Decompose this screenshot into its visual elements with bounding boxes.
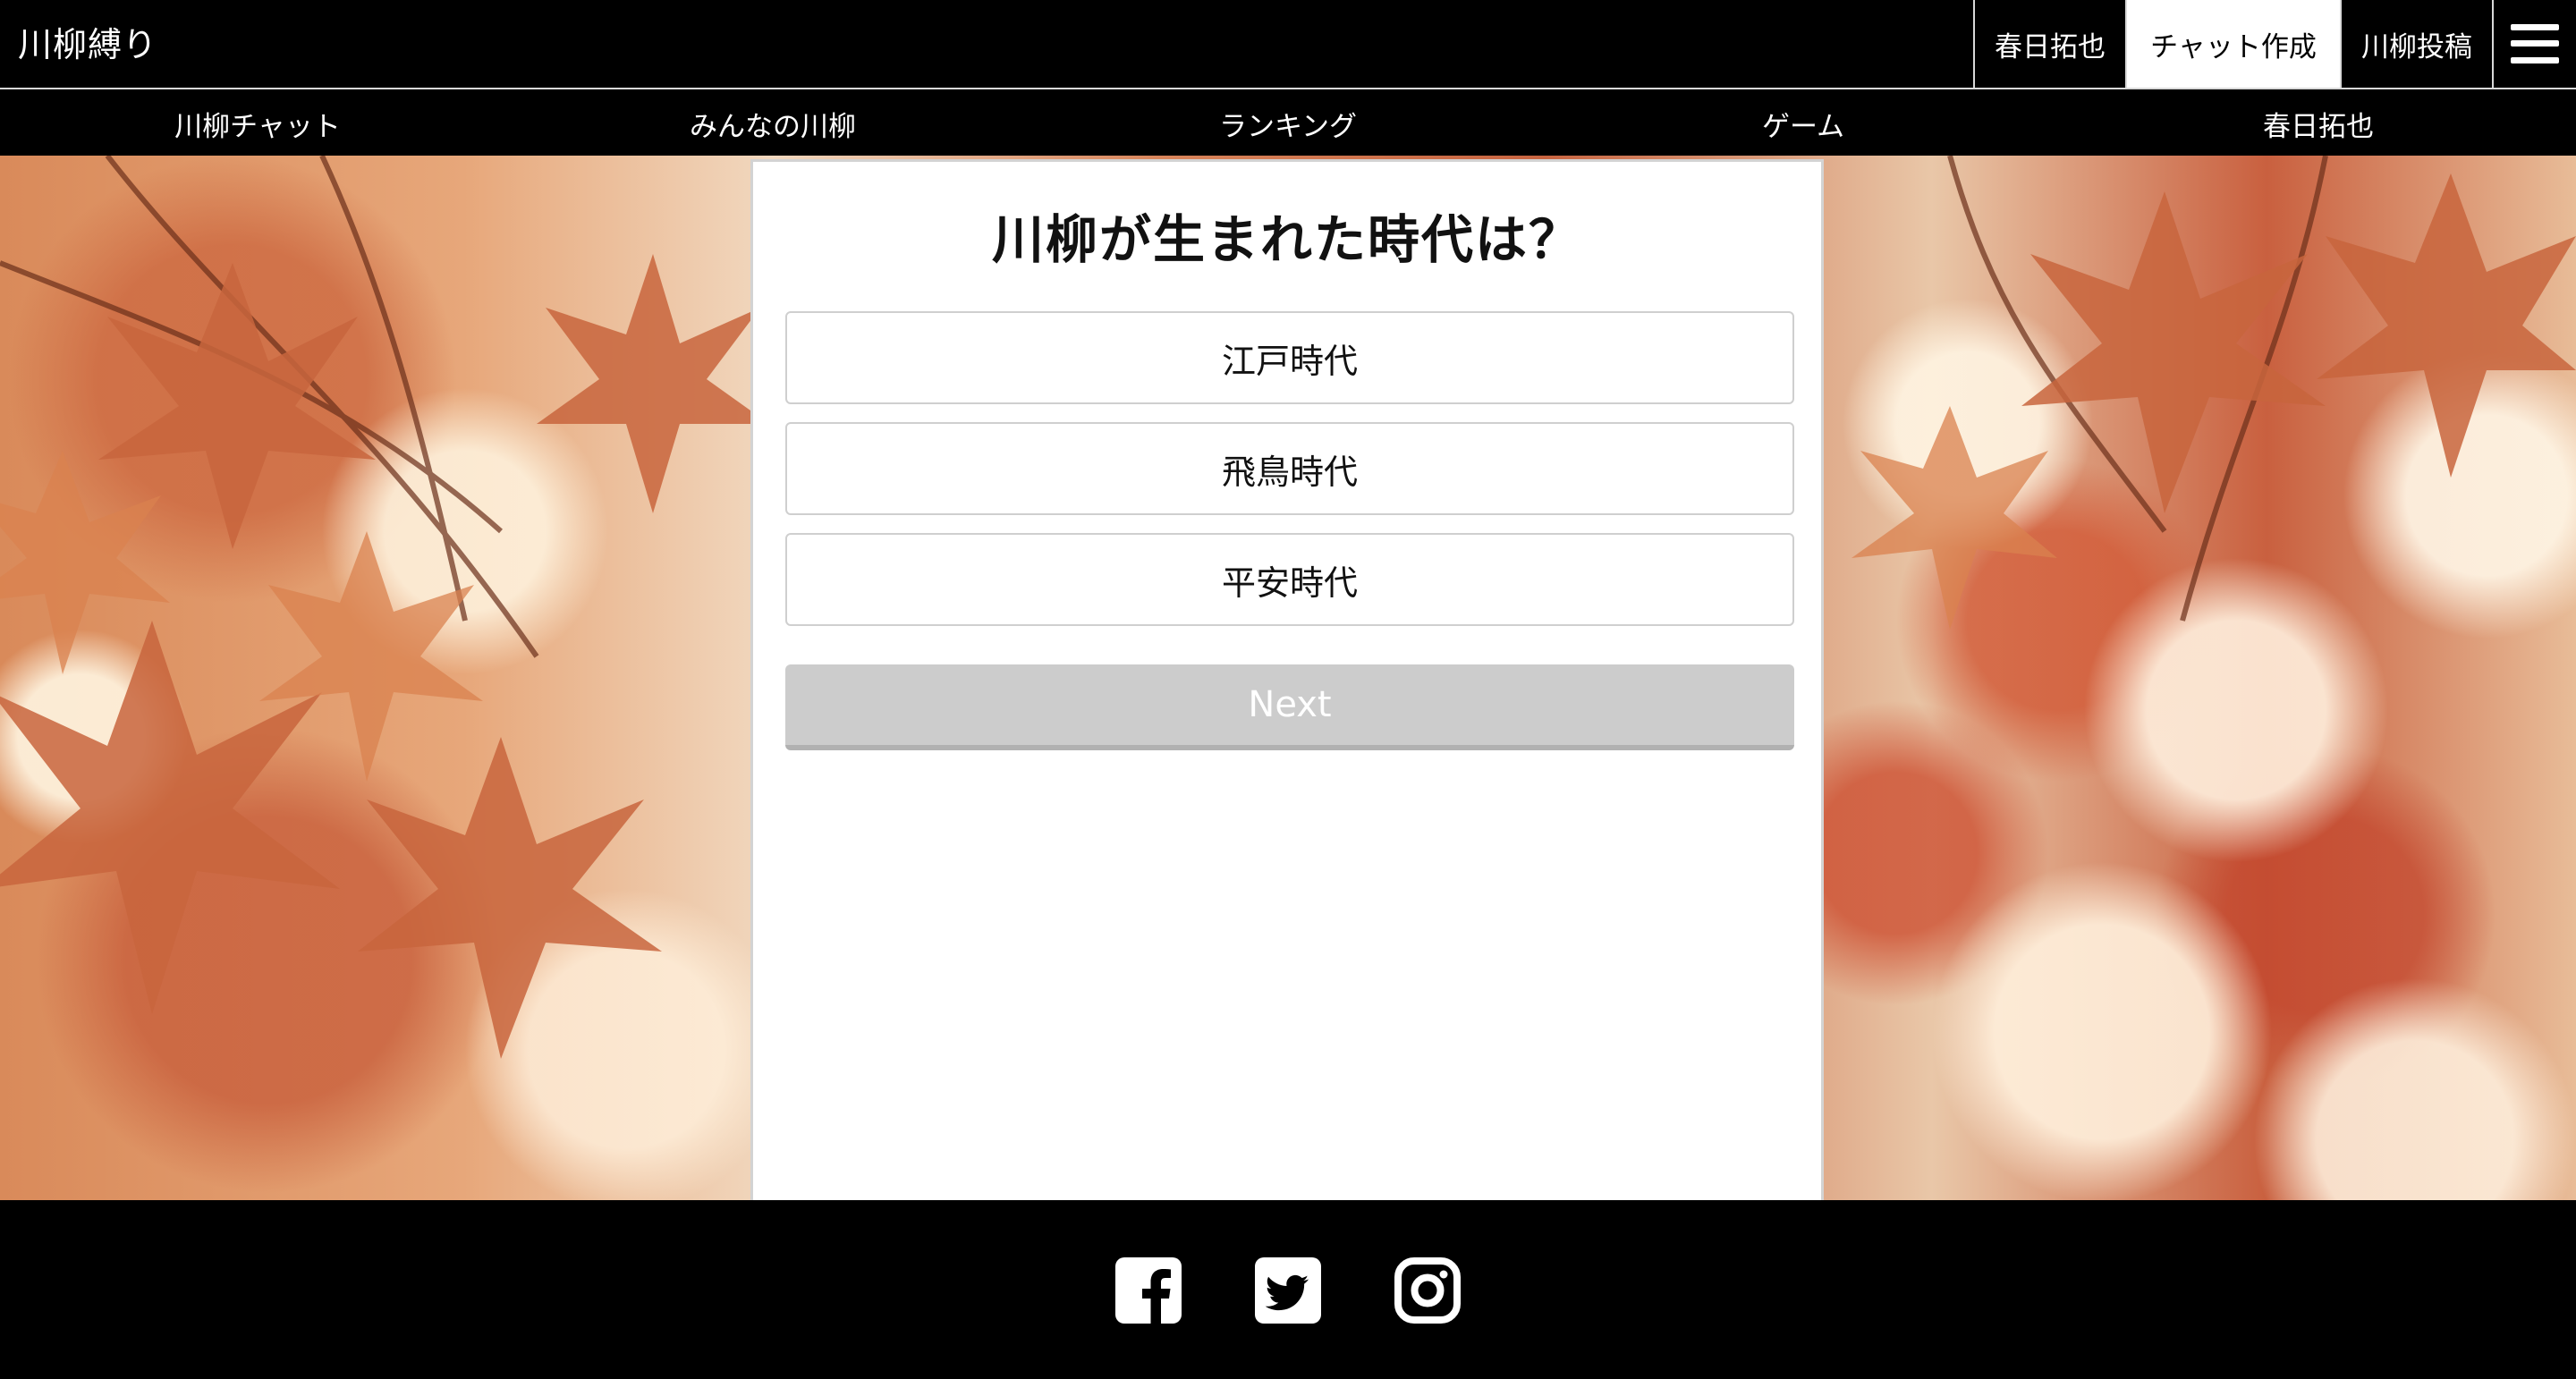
nav-item-senryu-chat[interactable]: 川柳チャット [0, 91, 515, 156]
nav-item-everyone-senryu[interactable]: みんなの川柳 [515, 91, 1030, 156]
instagram-icon [1394, 1257, 1461, 1324]
chat-create-button[interactable]: チャット作成 [2125, 0, 2340, 88]
user-name-button[interactable]: 春日拓也 [1973, 0, 2125, 88]
nav-item-ranking[interactable]: ランキング [1030, 91, 1546, 156]
top-header: 川柳縛り 春日拓也 チャット作成 川柳投稿 [0, 0, 2576, 89]
quiz-option-heian[interactable]: 平安時代 [785, 533, 1794, 626]
next-button[interactable]: Next [785, 664, 1794, 750]
twitter-link[interactable] [1255, 1257, 1321, 1324]
nav-item-game[interactable]: ゲーム [1546, 91, 2061, 156]
instagram-link[interactable] [1394, 1257, 1461, 1324]
quiz-option-asuka[interactable]: 飛鳥時代 [785, 422, 1794, 515]
quiz-question: 川柳が生まれた時代は？ [991, 209, 1582, 270]
footer [0, 1200, 2576, 1379]
nav-item-profile[interactable]: 春日拓也 [2061, 91, 2576, 156]
header-actions: 春日拓也 チャット作成 川柳投稿 [1973, 0, 2576, 89]
facebook-icon [1115, 1257, 1182, 1324]
senryu-post-button[interactable]: 川柳投稿 [2340, 0, 2492, 88]
quiz-card: 川柳が生まれた時代は？ 江戸時代 飛鳥時代 平安時代 Next [750, 159, 1824, 1200]
facebook-link[interactable] [1115, 1257, 1182, 1324]
hamburger-menu-icon [2511, 24, 2559, 63]
twitter-icon [1255, 1257, 1321, 1324]
quiz-option-edo[interactable]: 江戸時代 [785, 311, 1794, 404]
site-logo[interactable]: 川柳縛り [18, 0, 157, 89]
menu-button[interactable] [2492, 0, 2576, 88]
main-nav: 川柳チャット みんなの川柳 ランキング ゲーム 春日拓也 [0, 91, 2576, 156]
